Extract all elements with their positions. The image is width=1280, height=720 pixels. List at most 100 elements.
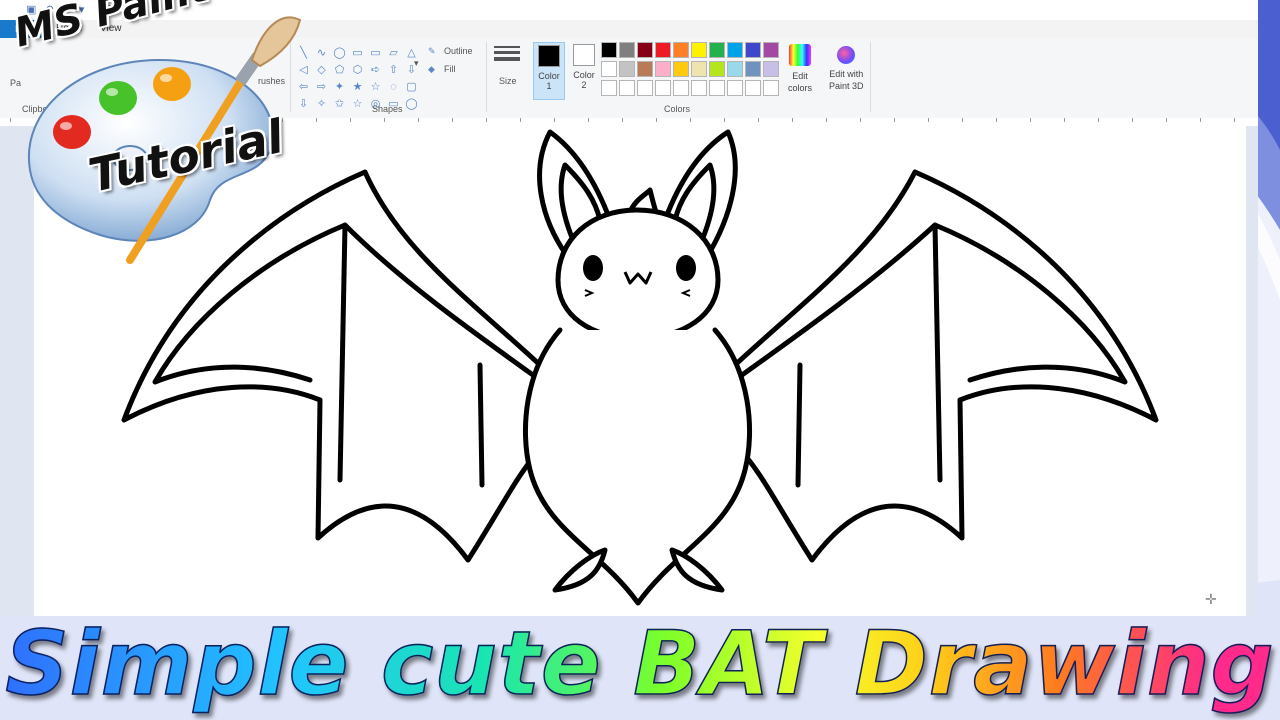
shape-option-icon[interactable]: ➪ (368, 62, 383, 78)
shape-option-icon[interactable]: ★ (350, 79, 365, 95)
shapes-gallery: ╲ ∿ ◯ ▭ ▭ ▱ △ ◁ ◇ ⬠ ⬡ ➪ ⇧ ⇩ ⇦ ⇨ ✦ ★ ☆ ◌ ▢ ⇩ ✧ ✩ ☆ ◎ ▭ ◯ (296, 45, 419, 112)
palette-color-swatch[interactable] (619, 42, 635, 58)
palette-color-swatch[interactable] (745, 61, 761, 77)
size-button[interactable]: Size (499, 76, 517, 86)
color2-swatch (573, 44, 595, 66)
palette-color-swatch[interactable] (619, 61, 635, 77)
palette-color-swatch[interactable] (655, 61, 671, 77)
ruler-tick (520, 118, 521, 122)
fill-button[interactable]: Fill (444, 64, 456, 74)
palette-color-swatch[interactable] (637, 80, 653, 96)
ruler-tick (1200, 118, 1201, 122)
color2-label: Color (573, 70, 595, 80)
palette-color-swatch[interactable] (673, 80, 689, 96)
paint3d-label-2: Paint 3D (829, 81, 864, 91)
ruler-tick (792, 118, 793, 122)
ruler-tick (622, 118, 623, 122)
palette-color-swatch[interactable] (601, 61, 617, 77)
edit-colors-label-2: colors (788, 83, 813, 93)
ruler-tick (1132, 118, 1133, 122)
edit-colors-label: Edit (792, 71, 808, 81)
palette-color-swatch[interactable] (763, 42, 779, 58)
palette-color-swatch[interactable] (637, 42, 653, 58)
headline-text: Simple cute BAT Drawing (5, 611, 1275, 716)
ruler-tick (588, 118, 589, 122)
color-palette (601, 42, 779, 96)
color2-button[interactable]: Color 2 (569, 42, 599, 98)
palette-color-swatch[interactable] (601, 80, 617, 96)
crosshair-cursor-icon: ✛ (1205, 591, 1217, 607)
ruler-tick (1030, 118, 1031, 122)
palette-color-swatch[interactable] (691, 61, 707, 77)
shapes-scroll-icon[interactable]: ▾ (414, 58, 419, 69)
shape-option-icon[interactable]: ⇨ (314, 79, 329, 95)
palette-color-swatch[interactable] (637, 61, 653, 77)
shape-option-icon[interactable]: ◌ (386, 79, 401, 95)
ruler-tick (486, 118, 487, 122)
outline-button[interactable]: Outline (444, 46, 473, 56)
palette-color-swatch[interactable] (655, 42, 671, 58)
edit-paint3d-button[interactable]: Edit with Paint 3D (829, 42, 864, 92)
shape-option-icon[interactable]: ◯ (404, 96, 419, 112)
shape-option-icon[interactable]: ▢ (404, 79, 419, 95)
shape-option-icon[interactable]: ◇ (314, 62, 329, 78)
outline-icon: ✎ (428, 46, 436, 56)
ruler-tick (384, 118, 385, 122)
palette-color-swatch[interactable] (763, 61, 779, 77)
palette-color-swatch[interactable] (673, 42, 689, 58)
palette-color-swatch[interactable] (691, 80, 707, 96)
shape-option-icon[interactable]: ⬡ (350, 62, 365, 78)
shape-option-icon[interactable]: ☆ (368, 79, 383, 95)
shape-option-icon[interactable]: ☆ (350, 96, 365, 112)
palette-color-swatch[interactable] (709, 80, 725, 96)
shape-option-icon[interactable]: ✦ (332, 79, 347, 95)
palette-color-swatch[interactable] (709, 61, 725, 77)
ruler-tick (1234, 118, 1235, 122)
ruler-tick (1166, 118, 1167, 122)
palette-color-swatch[interactable] (727, 80, 743, 96)
right-wing-rib-1 (932, 222, 943, 483)
palette-color-swatch[interactable] (727, 61, 743, 77)
ruler-tick (452, 118, 453, 122)
palette-color-swatch[interactable] (673, 61, 689, 77)
color2-number: 2 (581, 80, 587, 90)
palette-color-swatch[interactable] (655, 80, 671, 96)
shape-option-icon[interactable]: ⬠ (332, 62, 347, 78)
fill-icon: ◆ (428, 64, 435, 74)
color1-button[interactable]: Color 1 (533, 42, 565, 100)
shape-option-icon[interactable]: ◯ (332, 45, 347, 61)
headline-banner: Simple cute BAT Drawing (0, 608, 1280, 718)
color-wheel-icon (789, 44, 811, 66)
colors-group-label: Colors (664, 104, 691, 114)
ribbon-divider (870, 42, 871, 112)
shape-option-icon[interactable]: ∿ (314, 45, 329, 61)
shape-option-icon[interactable]: ⇧ (386, 62, 401, 78)
palette-color-swatch[interactable] (745, 80, 761, 96)
tutorial-logo: MS Paint Tutorial (0, 0, 310, 290)
palette-color-swatch[interactable] (709, 42, 725, 58)
shape-option-icon[interactable]: ▭ (368, 45, 383, 61)
palette-color-swatch[interactable] (691, 42, 707, 58)
ruler-tick (350, 118, 351, 122)
shape-option-icon[interactable]: ✧ (314, 96, 329, 112)
palette-color-swatch[interactable] (601, 42, 617, 58)
size-icon[interactable] (494, 46, 520, 64)
edit-colors-button[interactable]: Edit colors (788, 42, 812, 94)
shape-option-icon[interactable]: ✩ (332, 96, 347, 112)
palette-color-swatch[interactable] (763, 80, 779, 96)
paint3d-label: Edit with (829, 69, 864, 79)
ruler-tick (1064, 118, 1065, 122)
ruler-tick (656, 118, 657, 122)
left-eye (583, 255, 603, 281)
right-eye (676, 255, 696, 281)
palette-color-swatch[interactable] (745, 42, 761, 58)
left-wing-rib-2 (477, 362, 485, 488)
body (522, 327, 753, 606)
palette-color-swatch[interactable] (727, 42, 743, 58)
ruler-tick (962, 118, 963, 122)
ribbon-divider (486, 42, 487, 112)
shape-option-icon[interactable]: ▱ (386, 45, 401, 61)
palette-color-swatch[interactable] (619, 80, 635, 96)
color1-label: Color (538, 71, 560, 81)
shape-option-icon[interactable]: ▭ (350, 45, 365, 61)
